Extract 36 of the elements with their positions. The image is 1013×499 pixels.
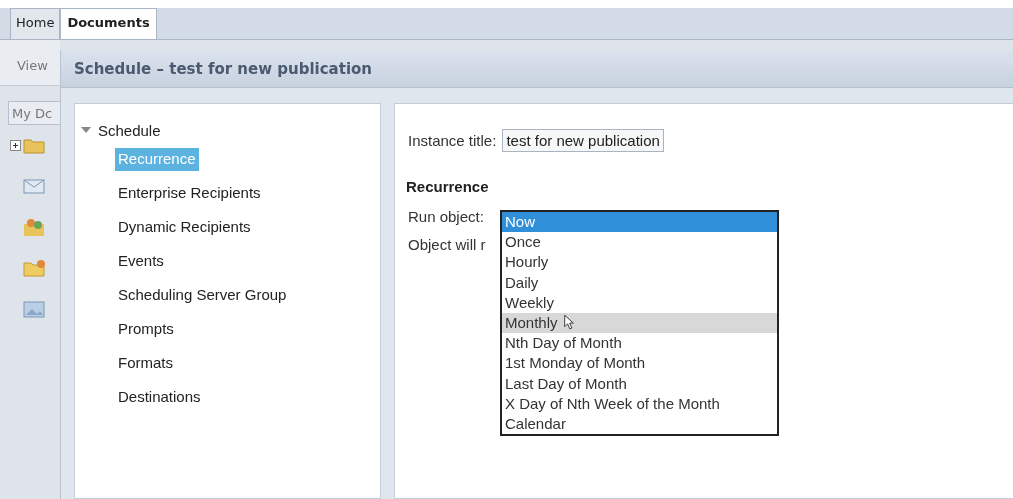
nav-item[interactable]: Destinations [115,386,204,409]
nav-item[interactable]: Formats [115,352,176,375]
panel-tab[interactable]: My Dc [8,101,60,125]
nav-item[interactable]: Scheduling Server Group [115,284,290,307]
tab[interactable]: Documents [60,8,157,39]
dropdown-option[interactable]: Nth Day of Month [502,333,777,354]
mouse-cursor-icon [564,314,574,330]
dialog-title: Schedule – test for new publication [61,50,1013,88]
image-icon [23,300,45,318]
dropdown-option[interactable]: Once [502,232,777,253]
dropdown-option[interactable]: Last Day of Month [502,373,777,394]
tab[interactable]: Home [10,8,61,39]
field-label: Run object: [408,208,484,225]
folder-icon [23,259,45,277]
dropdown-option[interactable]: Calendar [502,413,777,435]
plus-icon[interactable] [10,139,21,151]
dropdown-option[interactable]: Hourly [502,252,777,273]
nav-item[interactable]: Prompts [115,318,177,341]
nav-item[interactable]: Dynamic Recipients [115,216,254,239]
dropdown-option[interactable]: X Day of Nth Week of the Month [502,393,777,414]
run-note: Object will r [408,236,486,253]
instance-title-field[interactable]: test for new publication [502,129,664,152]
view-label[interactable]: View [0,40,60,86]
nav-group-label[interactable]: Schedule [98,121,161,139]
dropdown-option[interactable]: Daily [502,272,777,293]
envelope-icon [23,178,45,194]
dropdown-option[interactable]: 1st Monday of Month [502,353,777,374]
users-folder-icon [23,217,45,237]
nav-item[interactable]: Events [115,250,167,273]
dropdown-option[interactable]: Monthly [502,312,777,334]
dropdown-option[interactable]: Weekly [502,292,777,313]
section-heading: Recurrence [406,178,490,195]
folder-icon [23,136,45,154]
nav-item[interactable]: Enterprise Recipients [115,182,264,205]
collapse-arrow-icon[interactable] [81,126,91,134]
field-label: Instance title: [408,132,497,149]
